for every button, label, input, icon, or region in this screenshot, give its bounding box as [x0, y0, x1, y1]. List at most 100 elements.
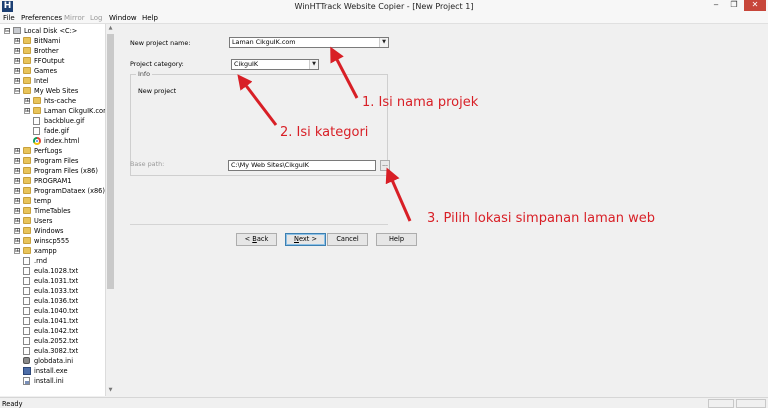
folder-icon — [23, 167, 31, 174]
scroll-down-icon[interactable]: ▼ — [106, 386, 115, 395]
menu-file[interactable]: File — [3, 14, 15, 22]
tree-item-label: eula.3082.txt — [34, 347, 79, 355]
expand-icon[interactable]: ⊞ — [14, 78, 20, 84]
tree-item[interactable]: eula.1033.txt — [0, 286, 105, 296]
tree-item[interactable]: fade.gif — [0, 126, 105, 136]
tree-item-label: eula.1028.txt — [34, 267, 79, 275]
folder-icon — [33, 107, 41, 114]
file-icon — [23, 277, 30, 285]
tree-item[interactable]: eula.2052.txt — [0, 336, 105, 346]
expand-icon[interactable]: ⊞ — [14, 168, 20, 174]
menu-preferences[interactable]: Preferences — [21, 14, 62, 22]
tree-item[interactable]: ⊞ ProgramDataex (x86) — [0, 186, 105, 196]
tree-item[interactable]: .rnd — [0, 256, 105, 266]
tree-item[interactable]: eula.3082.txt — [0, 346, 105, 356]
tree-item[interactable]: ⊞ Program Files — [0, 156, 105, 166]
tree-item[interactable]: ⊟ My Web Sites — [0, 86, 105, 96]
tree-item[interactable]: ⊞ Laman CikguIK.com — [0, 106, 110, 116]
project-name-combo[interactable]: Laman CikguIK.com ▼ — [229, 37, 389, 48]
info-legend: Info — [136, 70, 153, 78]
expand-icon[interactable]: ⊞ — [14, 178, 20, 184]
dropdown-arrow-icon[interactable]: ▼ — [379, 38, 388, 47]
menu-mirror[interactable]: Mirror — [64, 14, 85, 22]
tree-item[interactable]: ⊞ Windows — [0, 226, 105, 236]
tree-item[interactable]: eula.1036.txt — [0, 296, 105, 306]
browse-button[interactable]: ... — [380, 160, 390, 171]
tree-item[interactable]: ⊞ Intel — [0, 76, 105, 86]
tree-item[interactable]: ⊞ temp — [0, 196, 105, 206]
tree-item[interactable]: ⊞ Users — [0, 216, 105, 226]
tree-item[interactable]: backblue.gif — [0, 116, 105, 126]
menu-log[interactable]: Log — [90, 14, 103, 22]
menu-window[interactable]: Window — [109, 14, 137, 22]
tree-item[interactable]: eula.1028.txt — [0, 266, 105, 276]
tree-item[interactable]: ⊞ PerfLogs — [0, 146, 105, 156]
new-project-panel: New project name: Laman CikguIK.com ▼ Pr… — [115, 24, 768, 396]
folder-icon — [23, 207, 31, 214]
tree-item[interactable]: ⊞ PROGRAM1 — [0, 176, 105, 186]
tree-item[interactable]: eula.1031.txt — [0, 276, 105, 286]
tree-item[interactable]: ⊞ winscp555 — [0, 236, 105, 246]
expand-icon[interactable]: ⊞ — [14, 238, 20, 244]
expand-icon[interactable]: ⊞ — [14, 248, 20, 254]
expand-icon[interactable]: ⊞ — [14, 228, 20, 234]
collapse-icon[interactable]: ⊟ — [4, 28, 10, 34]
folder-icon — [23, 157, 31, 164]
base-path-input[interactable]: C:\My Web Sites\CikguIK — [228, 160, 376, 171]
dropdown-arrow-icon[interactable]: ▼ — [309, 60, 318, 69]
minimize-button[interactable]: ‒ — [708, 0, 724, 11]
menu-help[interactable]: Help — [142, 14, 158, 22]
project-category-value: CikguIK — [234, 60, 259, 68]
tree-item[interactable]: index.html — [0, 136, 105, 146]
annotation-step2: 2. Isi kategori — [280, 125, 369, 140]
expand-icon[interactable]: ⊞ — [24, 108, 30, 114]
tree-item[interactable]: ⊞ BitNami — [0, 36, 105, 46]
status-text: Ready — [2, 400, 23, 408]
tree-item-label: .rnd — [34, 257, 48, 265]
scroll-up-icon[interactable]: ▲ — [106, 24, 115, 33]
cancel-button[interactable]: Cancel — [327, 233, 368, 246]
tree-item[interactable]: ⊞ Brother — [0, 46, 105, 56]
file-icon — [23, 327, 30, 335]
tree-item[interactable]: ⊞ FFOutput — [0, 56, 105, 66]
expand-icon[interactable]: ⊞ — [14, 188, 20, 194]
expand-icon[interactable]: ⊞ — [14, 68, 20, 74]
tree-item[interactable]: ⊞ Games — [0, 66, 105, 76]
expand-icon[interactable]: ⊞ — [14, 48, 20, 54]
folder-tree[interactable]: ⊟ Local Disk <C:> ⊞ BitNami ⊞ Brother ⊞ FFOutpu… — [0, 24, 114, 396]
tree-item[interactable]: eula.1041.txt — [0, 316, 105, 326]
expand-icon[interactable]: ⊞ — [14, 158, 20, 164]
file-icon — [23, 267, 30, 275]
expand-icon[interactable]: ⊞ — [14, 58, 20, 64]
tree-item[interactable]: globdata.ini — [0, 356, 105, 366]
next-button[interactable]: Next > — [285, 233, 326, 246]
tree-item-label: temp — [34, 197, 52, 205]
ini-icon — [23, 377, 30, 385]
expand-icon[interactable]: ⊞ — [14, 38, 20, 44]
help-button[interactable]: Help — [376, 233, 417, 246]
back-button[interactable]: < Back — [236, 233, 277, 246]
tree-item[interactable]: ⊞ hts-cache — [0, 96, 105, 106]
tree-item[interactable]: ⊞ Program Files (x86) — [0, 166, 105, 176]
tree-item[interactable]: install.exe — [0, 366, 105, 376]
tree-item[interactable]: ⊟ Local Disk <C:> — [0, 26, 105, 36]
tree-item-label: PerfLogs — [34, 147, 63, 155]
tree-scrollbar[interactable]: ▲ ▼ — [105, 24, 114, 396]
expand-icon[interactable]: ⊞ — [14, 208, 20, 214]
close-button[interactable]: ✕ — [744, 0, 766, 11]
tree-item[interactable]: eula.1042.txt — [0, 326, 105, 336]
tree-item[interactable]: eula.1040.txt — [0, 306, 105, 316]
folder-icon — [23, 87, 31, 94]
tree-item-label: Brother — [34, 47, 59, 55]
tree-item[interactable]: ⊞ TimeTables — [0, 206, 105, 216]
expand-icon[interactable]: ⊞ — [24, 98, 30, 104]
tree-item[interactable]: ⊞ xampp — [0, 246, 105, 256]
scroll-thumb[interactable] — [107, 34, 114, 289]
expand-icon[interactable]: ⊞ — [14, 198, 20, 204]
tree-item[interactable]: install.ini — [0, 376, 105, 386]
restore-button[interactable]: ❐ — [726, 0, 742, 11]
expand-icon[interactable]: ⊞ — [14, 148, 20, 154]
collapse-icon[interactable]: ⊟ — [14, 88, 20, 94]
project-category-combo[interactable]: CikguIK ▼ — [231, 59, 319, 70]
expand-icon[interactable]: ⊞ — [14, 218, 20, 224]
